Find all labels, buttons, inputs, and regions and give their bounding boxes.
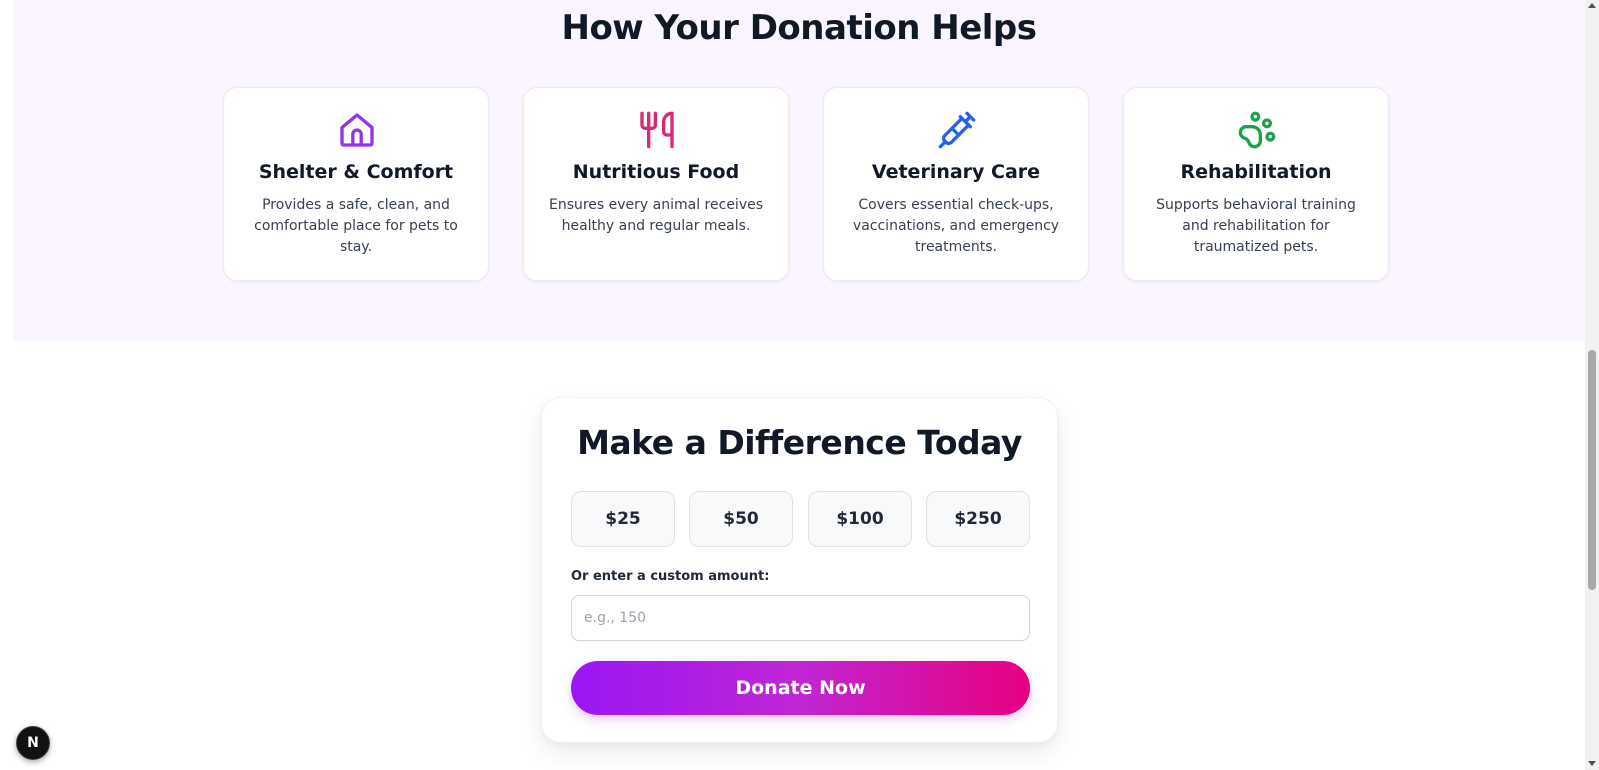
vertical-scrollbar[interactable]	[1585, 0, 1599, 770]
card-description: Supports behavioral training and rehabil…	[1156, 197, 1356, 255]
house-icon	[337, 108, 377, 152]
utensils-icon	[637, 108, 677, 152]
page: How Your Donation Helps Shelter & Comfor…	[13, 0, 1585, 770]
donation-helps-section: How Your Donation Helps Shelter & Comfor…	[13, 0, 1585, 342]
donation-form-card: Make a Difference Today $25 $50 $100 $25…	[541, 397, 1058, 743]
custom-amount-label: Or enter a custom amount:	[571, 569, 770, 584]
nextjs-dev-badge[interactable]: N	[16, 726, 50, 760]
help-card-rehab: Rehabilitation Supports behavioral train…	[1123, 87, 1389, 281]
card-description: Covers essential check-ups, vaccinations…	[852, 197, 1060, 255]
card-title: Shelter & Comfort	[258, 161, 454, 183]
custom-amount-input[interactable]	[571, 595, 1030, 641]
amount-button-250[interactable]: $250	[926, 491, 1030, 547]
amount-button-100[interactable]: $100	[808, 491, 912, 547]
card-title: Rehabilitation	[1180, 161, 1332, 183]
form-title: Make a Difference Today	[577, 423, 1022, 462]
amount-button-50[interactable]: $50	[689, 491, 793, 547]
syringe-icon	[937, 108, 977, 152]
help-cards: Shelter & Comfort Provides a safe, clean…	[223, 87, 1389, 281]
scrollbar-thumb[interactable]	[1588, 350, 1596, 590]
help-card-food: Nutritious Food Ensures every animal rec…	[523, 87, 789, 281]
amount-button-25[interactable]: $25	[571, 491, 675, 547]
scroll-up-icon[interactable]	[1588, 3, 1596, 8]
donate-now-button[interactable]: Donate Now	[571, 661, 1030, 715]
card-description: Provides a safe, clean, and comfortable …	[254, 197, 458, 255]
section-title: How Your Donation Helps	[561, 8, 1037, 48]
help-card-shelter: Shelter & Comfort Provides a safe, clean…	[223, 87, 489, 281]
card-title: Nutritious Food	[572, 161, 740, 183]
paw-icon	[1237, 108, 1277, 152]
amount-options: $25 $50 $100 $250	[571, 491, 1030, 547]
card-title: Veterinary Care	[871, 161, 1041, 183]
help-card-vet: Veterinary Care Covers essential check-u…	[823, 87, 1089, 281]
card-description: Ensures every animal receives healthy an…	[548, 197, 764, 234]
scroll-down-icon[interactable]	[1588, 761, 1596, 766]
